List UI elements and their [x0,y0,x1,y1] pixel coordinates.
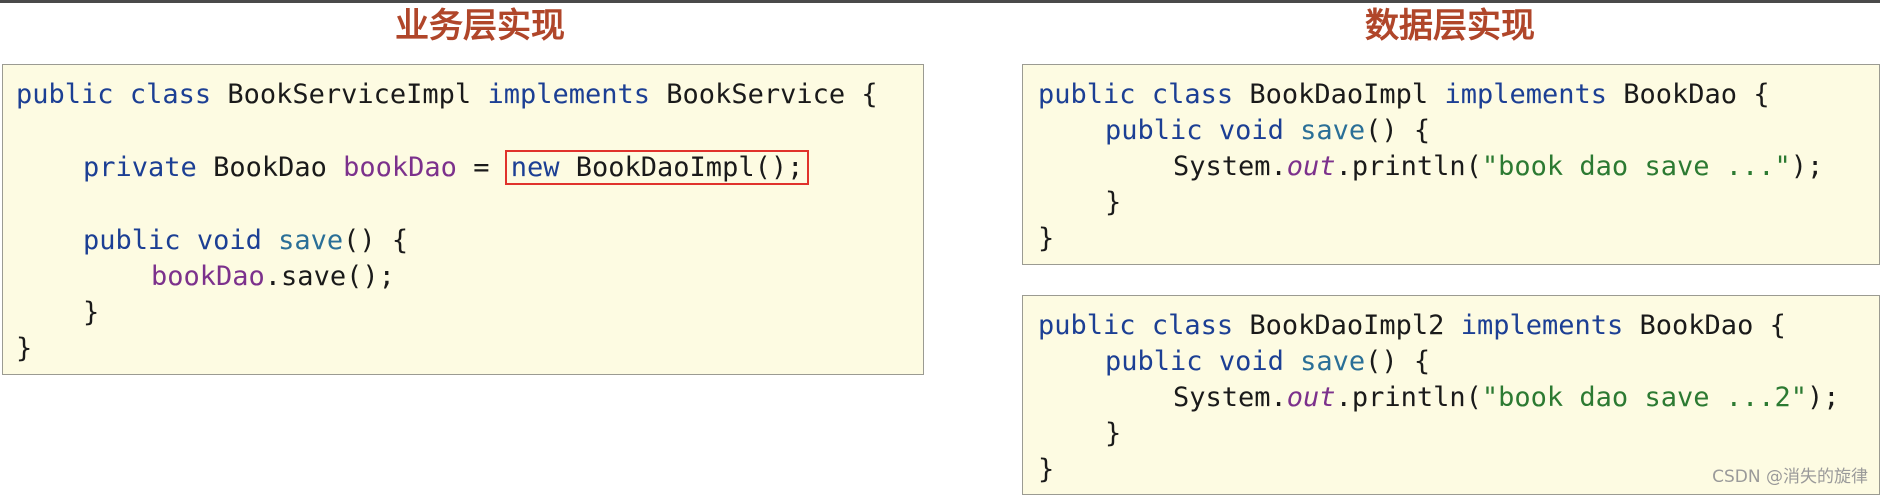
code-punct: () { [1365,346,1431,377]
code-line: } [1105,185,1121,221]
keyword: implements [1460,310,1624,341]
code-line: private BookDao bookDao = new BookDaoImp… [83,150,810,186]
code-punct: .println( [1335,382,1482,413]
watermark: CSDN @消失的旋律 [1712,467,1868,487]
keyword: class [1151,79,1234,110]
keyword: implements [487,79,651,110]
keyword: implements [1444,79,1607,110]
code-line: public void save() { [1105,344,1430,380]
keyword: new [510,152,560,183]
keyword: void [1218,115,1284,146]
class-name: BookServiceImpl [227,79,472,110]
code-punct: .println( [1335,151,1482,182]
method-name: save [1300,115,1366,146]
keyword: void [196,225,262,256]
code-line: } [16,331,32,367]
code-punct: ); [1790,151,1824,182]
brace: } [1038,454,1055,485]
keyword: public [83,225,181,256]
field-name: bookDao [151,261,265,292]
code-punct: () { [343,225,409,256]
static-field: out [1286,382,1336,413]
code-line: System.out.println("book dao save ..."); [1173,149,1823,185]
method-name: save [1300,346,1366,377]
type-name: BookDao [213,152,327,183]
code-line: public class BookServiceImpl implements … [16,77,878,113]
code-line: public class BookDaoImpl2 implements Boo… [1038,308,1786,344]
keyword: public [1038,310,1136,341]
code-line: bookDao.save(); [151,259,395,295]
code-line: } [1105,416,1121,452]
interface-name: BookDao [1639,310,1754,341]
class-name: BookDaoImpl2 [1249,310,1445,341]
keyword: class [129,79,212,110]
method-name: save [278,225,344,256]
code-punct: ); [1807,382,1840,413]
string-literal: "book dao save ..." [1481,151,1791,182]
class-ref: System. [1173,382,1287,413]
brace: { [861,79,878,110]
brace: } [1038,223,1055,254]
new-instance-highlight: new BookDaoImpl(); [504,150,810,185]
code-punct: () { [1365,115,1431,146]
string-literal: "book dao save ...2" [1481,382,1807,413]
keyword: public [16,79,114,110]
dao-impl-code-block: public class BookDaoImpl implements Book… [1022,64,1880,265]
interface-name: BookService [666,79,846,110]
service-impl-code-block: public class BookServiceImpl implements … [2,64,924,375]
constructor-call: BookDaoImpl(); [575,152,804,183]
operator: = [473,152,490,183]
keyword: public [1105,115,1203,146]
code-line: System.out.println("book dao save ...2")… [1173,380,1840,416]
keyword: public [1105,346,1203,377]
brace: } [83,297,100,328]
brace: } [1105,418,1122,449]
keyword: private [83,152,197,183]
interface-name: BookDao [1623,79,1738,110]
code-line: } [83,295,99,331]
brace: { [1769,310,1786,341]
code-line: public void save() { [83,223,408,259]
class-ref: System. [1173,151,1287,182]
class-name: BookDaoImpl [1249,79,1429,110]
code-line: } [1038,221,1054,257]
data-layer-title: 数据层实现 [1365,6,1535,46]
brace: } [16,333,33,364]
brace: } [1105,187,1122,218]
code-line: public void save() { [1105,113,1430,149]
code-line: } [1038,452,1054,488]
static-field: out [1286,151,1336,182]
keyword: void [1218,346,1284,377]
keyword: public [1038,79,1136,110]
field-name: bookDao [343,152,457,183]
code-punct: .save(); [264,261,395,292]
business-layer-title: 业务层实现 [395,6,565,46]
code-line: public class BookDaoImpl implements Book… [1038,77,1770,113]
keyword: class [1151,310,1234,341]
brace: { [1753,79,1770,110]
